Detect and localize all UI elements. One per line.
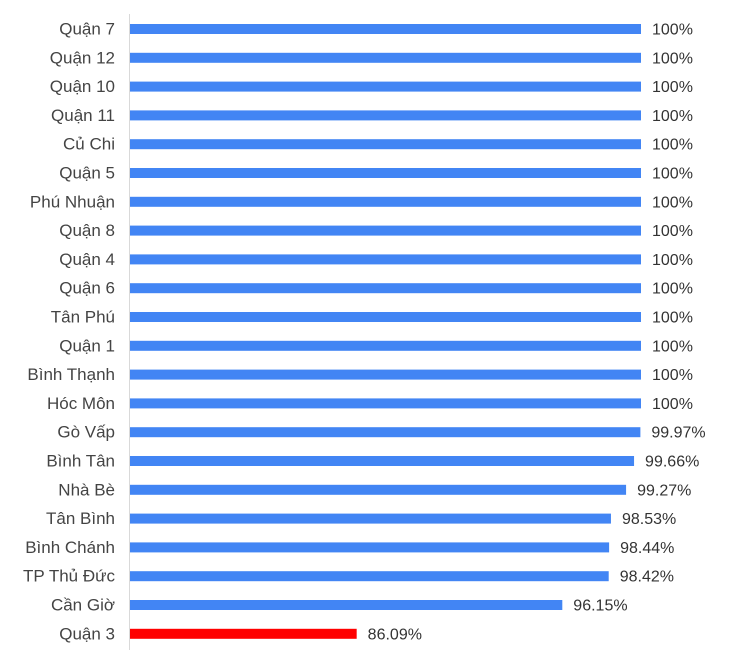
category-label: Bình Tân: [46, 452, 115, 471]
value-label: 100%: [652, 252, 693, 269]
bar: [130, 110, 641, 121]
value-label: 100%: [652, 22, 693, 39]
category-label: Quận 4: [59, 250, 115, 269]
bar: [130, 628, 357, 639]
value-label: 86.09%: [368, 626, 422, 643]
bar: [130, 427, 641, 438]
category-label: Gò Vấp: [57, 423, 115, 442]
category-label: Quận 8: [59, 221, 115, 240]
bar: [130, 254, 641, 265]
bar: [130, 24, 641, 34]
bar: [130, 542, 610, 553]
value-label: 100%: [652, 50, 693, 67]
value-label: 96.15%: [573, 598, 627, 615]
bar: [130, 484, 627, 495]
value-label: 100%: [652, 108, 693, 125]
value-label: 100%: [652, 396, 693, 413]
category-label: Nhà Bè: [58, 480, 115, 499]
value-label: 99.97%: [651, 425, 705, 442]
bar: [130, 600, 563, 610]
bars-group: [130, 24, 641, 639]
category-labels-group: Quận 7 Quận 12 Quận 10 Quận 11 Củ Chi Quận 5 P…: [23, 20, 116, 644]
category-label: Quận 10: [50, 77, 115, 96]
value-label: 100%: [652, 194, 693, 211]
value-label: 99.66%: [645, 454, 699, 471]
bar: [130, 225, 641, 236]
bar: [130, 196, 641, 207]
category-label: Quận 7: [59, 20, 115, 39]
value-label: 99.27%: [637, 482, 691, 499]
bar: [130, 340, 641, 351]
value-label: 100%: [652, 338, 693, 355]
value-label: 98.53%: [622, 511, 676, 528]
category-label: Cần Giờ: [51, 596, 115, 615]
value-label: 100%: [652, 137, 693, 154]
category-label: TP Thủ Đức: [23, 567, 116, 586]
bar: [130, 398, 641, 409]
bar: [130, 456, 635, 466]
bar: [130, 168, 641, 178]
bar: [130, 571, 609, 582]
category-label: Phú Nhuận: [30, 192, 115, 211]
value-label: 100%: [652, 223, 693, 240]
category-label: Tân Bình: [46, 509, 115, 528]
value-label: 100%: [652, 310, 693, 327]
bar: [130, 52, 641, 63]
bar: [130, 283, 641, 294]
category-label: Quận 3: [59, 624, 115, 643]
category-label: Quận 5: [59, 164, 115, 183]
category-label: Tân Phú: [51, 308, 115, 327]
category-label: Bình Thạnh: [27, 365, 115, 384]
value-label: 100%: [652, 79, 693, 96]
bar: [130, 513, 611, 524]
bar: [130, 312, 641, 322]
category-label: Bình Chánh: [25, 538, 115, 557]
value-label: 98.42%: [620, 569, 674, 586]
value-label: 98.44%: [620, 540, 674, 557]
value-label: 100%: [652, 166, 693, 183]
category-label: Quận 1: [59, 336, 115, 355]
category-label: Củ Chi: [63, 135, 115, 154]
bar: [130, 369, 641, 380]
bar: [130, 81, 641, 92]
category-label: Quận 11: [51, 106, 115, 125]
category-label: Hóc Môn: [47, 394, 115, 413]
value-label: 100%: [652, 281, 693, 298]
category-label: Quận 12: [50, 48, 115, 67]
value-label: 100%: [652, 367, 693, 384]
category-label: Quận 6: [59, 279, 115, 298]
bar-chart: Quận 7 Quận 12 Quận 10 Quận 11 Củ Chi Quận 5 P…: [23, 14, 706, 650]
bar: [130, 139, 641, 150]
